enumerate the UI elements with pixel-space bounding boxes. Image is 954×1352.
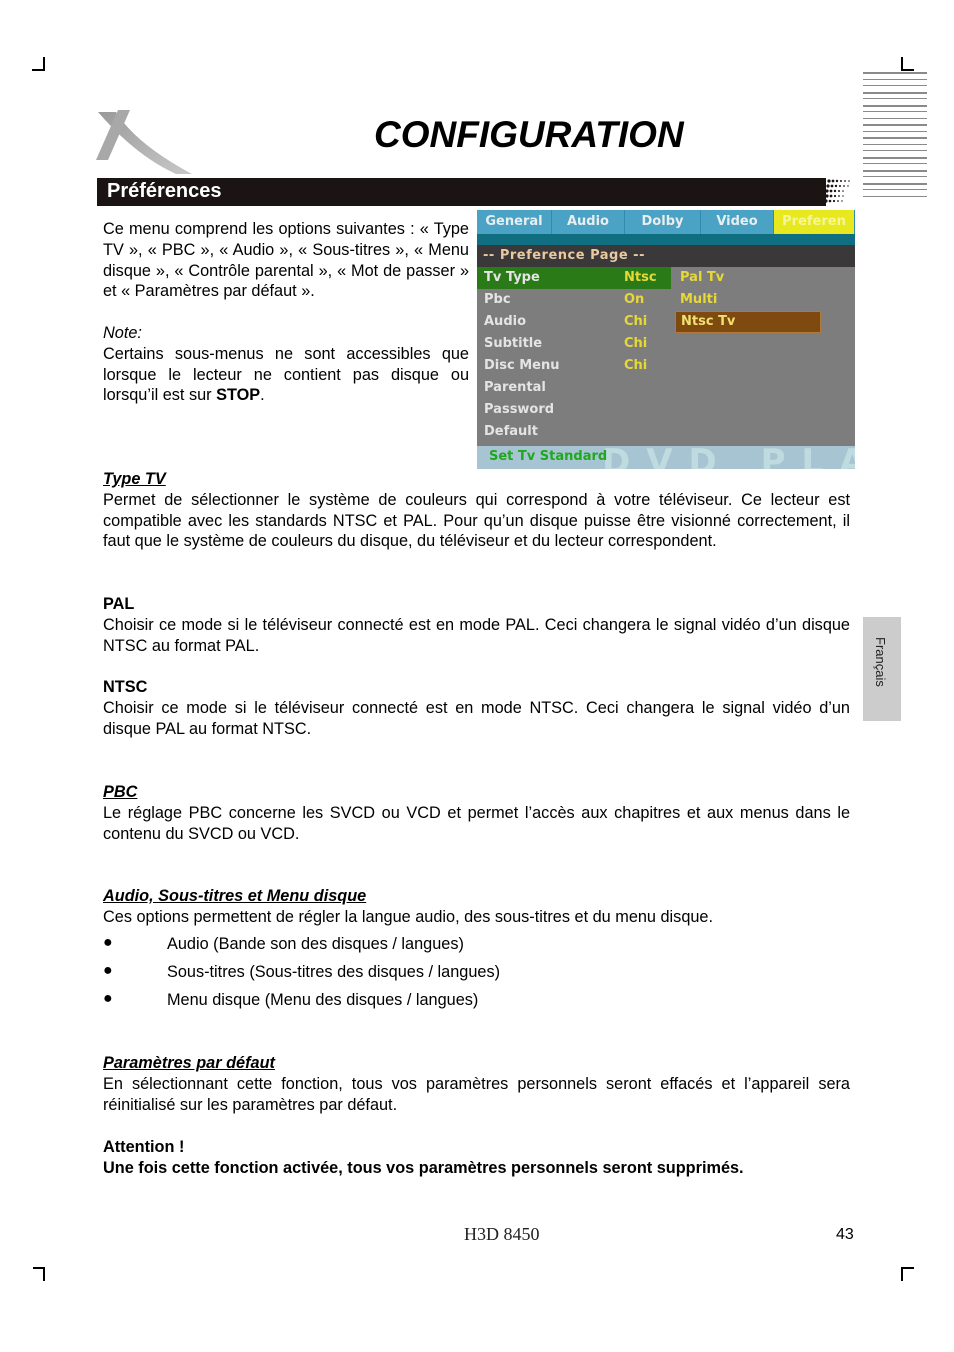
osd-option-ntsc-tv: Ntsc Tv — [675, 311, 821, 333]
osd-tab-video: Video — [701, 210, 774, 234]
crop-mark-top-right — [901, 69, 914, 71]
osd-tab-general: General — [477, 210, 552, 234]
note-label: Note: — [103, 323, 142, 342]
list-item: ● Menu disque (Menu des disques / langue… — [103, 989, 479, 1009]
section-pal: PAL Choisir ce mode si le téléviseur con… — [103, 594, 850, 656]
osd-row-tv-type: Tv Type Ntsc — [477, 267, 671, 289]
heading-type-tv: Type TV — [103, 470, 166, 488]
text-defaults: En sélectionnant cette fonction, tous vo… — [103, 1074, 850, 1114]
osd-status-bar: DVD PLAYER Set Tv Standard — [477, 442, 855, 469]
halftone-dots — [812, 178, 850, 206]
section-attention: Attention ! Une fois cette fonction acti… — [103, 1137, 850, 1179]
section-defaults: Paramètres par défaut En sélectionnant c… — [103, 1053, 850, 1115]
text-attention: Une fois cette fonction activée, tous vo… — [103, 1158, 744, 1177]
language-tab-label: Français — [873, 637, 888, 687]
intro-block: Ce menu comprend les options suivantes :… — [103, 219, 469, 406]
crop-mark-bottom-left — [43, 1267, 45, 1281]
bullet-icon: ● — [103, 961, 113, 979]
osd-tab-dolby: Dolby — [625, 210, 701, 234]
section-title: Préférences — [107, 180, 222, 202]
section-audio: Audio, Sous-titres et Menu disque Ces op… — [103, 886, 850, 1018]
osd-tab-preference: Preferen — [774, 210, 855, 234]
osd-option-multi: Multi — [680, 292, 718, 307]
text-audio: Ces options permettent de régler la lang… — [103, 907, 714, 926]
crop-mark-bottom-right — [901, 1267, 903, 1281]
section-ntsc: NTSC Choisir ce mode si le téléviseur co… — [103, 677, 850, 739]
osd-status-hint: Set Tv Standard — [489, 449, 608, 464]
osd-page-title-bar: -- Preference Page -- — [477, 245, 855, 267]
intro-paragraph: Ce menu comprend les options suivantes :… — [103, 220, 469, 301]
bullet-icon: ● — [103, 989, 113, 1007]
section-type-tv: Type TV Permet de sélectionner le systèm… — [103, 469, 850, 552]
osd-background-brand: DVD PLAYER — [602, 442, 855, 469]
osd-divider — [477, 234, 855, 245]
page-title: CONFIGURATION — [374, 114, 684, 155]
osd-tab-bar: General Audio Dolby Video Preferen — [477, 210, 855, 234]
crop-mark-top-left — [43, 57, 45, 71]
osd-option-pal-tv: Pal Tv — [680, 270, 725, 285]
decorative-stripes — [863, 72, 927, 202]
list-item: ● Sous-titres (Sous-titres des disques /… — [103, 961, 501, 981]
page-number: 43 — [836, 1226, 854, 1243]
footer-model-name: H3D 8450 — [464, 1224, 540, 1244]
text-pbc: Le réglage PBC concerne les SVCD ou VCD … — [103, 803, 850, 843]
note-text: Certains sous-menus ne sont accessibles … — [103, 344, 469, 405]
section-pbc: PBC Le réglage PBC concerne les SVCD ou … — [103, 782, 850, 844]
text-pal: Choisir ce mode si le téléviseur connect… — [103, 615, 850, 655]
text-type-tv: Permet de sélectionner le système de cou… — [103, 490, 850, 551]
x-brand-logo-icon — [96, 110, 192, 174]
heading-attention: Attention ! — [103, 1138, 185, 1156]
osd-screenshot: General Audio Dolby Video Preferen -- Pr… — [477, 210, 855, 469]
heading-ntsc: NTSC — [103, 678, 148, 696]
text-ntsc: Choisir ce mode si le téléviseur connect… — [103, 698, 850, 738]
heading-audio: Audio, Sous-titres et Menu disque — [103, 887, 367, 905]
language-tab: Français — [863, 617, 901, 721]
osd-tab-audio: Audio — [552, 210, 625, 234]
heading-pbc: PBC — [103, 783, 138, 801]
heading-defaults: Paramètres par défaut — [103, 1054, 275, 1072]
bullet-icon: ● — [103, 933, 113, 951]
list-item: ● Audio (Bande son des disques / langues… — [103, 933, 464, 953]
osd-page-title: -- Preference Page -- — [483, 248, 645, 263]
heading-pal: PAL — [103, 595, 135, 613]
